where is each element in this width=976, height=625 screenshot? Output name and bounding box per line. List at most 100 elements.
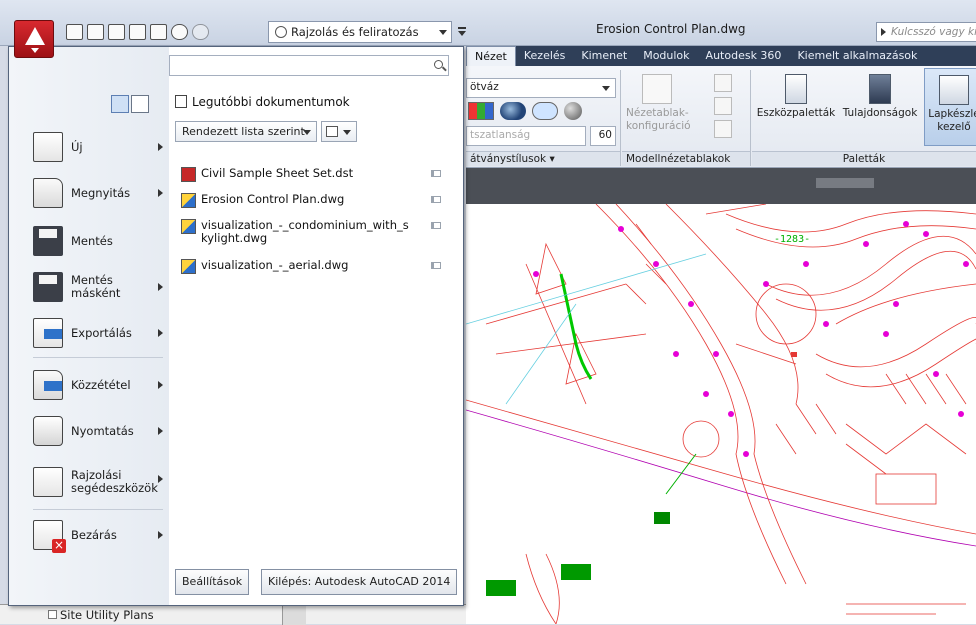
chevron-right-icon: [158, 143, 163, 151]
ribbon-divider: [750, 70, 751, 166]
sphere-icon[interactable]: [564, 102, 582, 120]
menu-separator: [33, 509, 163, 510]
recent-file[interactable]: Civil Sample Sheet Set.dst: [181, 167, 457, 189]
menu-save-as[interactable]: Mentés másként: [33, 267, 169, 307]
menu-search-input[interactable]: [169, 55, 449, 76]
menu-print[interactable]: Nyomtatás: [33, 411, 169, 451]
new-document-icon: [33, 132, 63, 162]
sheetset-manager-label: Lapkészle kezelő: [928, 108, 976, 133]
tab-manage[interactable]: Kezelés: [516, 46, 574, 66]
tab-featured-apps[interactable]: Kiemelt alkalmazások: [789, 46, 925, 66]
chevron-down-icon: [303, 130, 311, 135]
palette-item[interactable]: Site Utility Plans: [60, 608, 154, 622]
print-icon[interactable]: [150, 24, 167, 40]
options-button[interactable]: Beállítások: [175, 569, 250, 595]
dst-file-icon: [181, 167, 196, 182]
material-sphere-icon[interactable]: [500, 102, 526, 120]
color-swatch-icon[interactable]: [468, 102, 494, 120]
sheetset-manager-button[interactable]: Lapkészle kezelő: [924, 68, 976, 146]
recent-documents-icon[interactable]: [111, 95, 129, 113]
sort-label: Rendezett lista szerint: [182, 125, 305, 138]
join-viewports-icon[interactable]: [714, 97, 732, 115]
menu-separator: [33, 357, 163, 358]
qat-customize-button[interactable]: [456, 23, 468, 41]
help-search-input[interactable]: Kulcsszó vagy kif: [876, 22, 976, 42]
properties-button[interactable]: Tulajdonságok: [840, 74, 920, 120]
viewport-config-icon: [642, 74, 672, 104]
menu-close[interactable]: Bezárás: [33, 515, 169, 555]
application-menu-button[interactable]: [14, 20, 54, 58]
tool-palettes-button[interactable]: Eszközpaletták: [754, 74, 838, 120]
recent-file-name: Civil Sample Sheet Set.dst: [201, 166, 354, 180]
window-title: Erosion Control Plan.dwg: [596, 22, 746, 36]
menu-drawing-utilities[interactable]: Rajzolási segédeszközök: [33, 459, 169, 505]
close-document-icon: [33, 520, 66, 553]
panel-visual-styles-label: átványstílusok: [470, 153, 547, 165]
recent-documents-icon: [175, 95, 187, 108]
save-as-icon[interactable]: [129, 24, 146, 40]
ribbon-divider: [620, 70, 621, 166]
viewport-config-button[interactable]: Nézetablak-konfiguráció: [626, 74, 691, 133]
sort-dropdown[interactable]: Rendezett lista szerint: [175, 121, 317, 142]
visual-style-dropdown[interactable]: ötváz: [466, 78, 616, 98]
save-icon[interactable]: [108, 24, 125, 40]
tab-autodesk360[interactable]: Autodesk 360: [698, 46, 790, 66]
display-mode-dropdown[interactable]: [321, 121, 357, 142]
dwg-file-icon: [181, 259, 196, 274]
redo-icon[interactable]: [192, 24, 209, 40]
chevron-right-icon: [158, 329, 163, 337]
tool-palettes-icon: [785, 74, 807, 104]
menu-save[interactable]: Mentés: [33, 221, 169, 261]
recent-file[interactable]: visualization_-_aerial.dwg: [181, 259, 457, 281]
transparency-value[interactable]: 60: [590, 126, 616, 146]
icon-view-icon: [326, 126, 338, 137]
contour-label: -1283-: [774, 234, 810, 245]
tree-expander-icon[interactable]: [48, 610, 57, 619]
chevron-right-icon: [158, 475, 163, 483]
tab-addins[interactable]: Modulok: [635, 46, 697, 66]
panel-model-viewports[interactable]: Modellnézetablakok: [622, 151, 750, 166]
exit-button[interactable]: Kilépés: Autodesk AutoCAD 2014: [261, 569, 458, 595]
properties-icon: [869, 74, 891, 104]
menu-open[interactable]: Megnyitás: [33, 173, 169, 213]
menu-export[interactable]: Exportálás: [33, 313, 169, 353]
search-icon: [434, 60, 443, 69]
tab-view[interactable]: Nézet: [466, 46, 516, 66]
ribbon-tabs: Nézet Kezelés Kimenet Modulok Autodesk 3…: [466, 46, 976, 66]
menu-publish[interactable]: Közzététel: [33, 365, 169, 405]
menu-print-label: Nyomtatás: [71, 423, 134, 438]
pin-icon[interactable]: [431, 222, 441, 229]
menu-new[interactable]: Új: [33, 127, 169, 167]
drawing-canvas[interactable]: -1283-: [466, 204, 976, 624]
printer-icon: [33, 416, 63, 446]
panel-palettes[interactable]: Paletták: [752, 151, 976, 166]
panel-visual-styles[interactable]: átványstílusok ▾: [466, 151, 620, 166]
save-disk-icon: [33, 226, 63, 256]
new-icon[interactable]: [66, 24, 83, 40]
chevron-right-icon: [158, 381, 163, 389]
workspace-label: Rajzolás és feliratozás: [291, 25, 419, 39]
search-shade-icon[interactable]: [532, 102, 558, 120]
tool-palettes-label: Eszközpaletták: [756, 107, 836, 119]
workspace-selector[interactable]: Rajzolás és feliratozás: [268, 21, 452, 43]
open-documents-icon[interactable]: [131, 95, 149, 113]
recent-file-name: visualization_-_aerial.dwg: [201, 258, 349, 272]
visual-style-value: ötváz: [470, 81, 499, 93]
transparency-number: 60: [598, 129, 612, 141]
recent-file[interactable]: visualization_-_condominium_with_skyligh…: [181, 219, 457, 251]
publish-icon: [33, 370, 63, 400]
undo-icon[interactable]: [171, 24, 188, 40]
transparency-slider[interactable]: tszatlanság: [466, 126, 586, 146]
chevron-down-icon: [602, 86, 610, 91]
restore-viewports-icon[interactable]: [714, 120, 732, 138]
open-icon[interactable]: [87, 24, 104, 40]
named-viewports-icon[interactable]: [714, 74, 732, 92]
tab-output[interactable]: Kimenet: [573, 46, 635, 66]
viewport-config-label: Nézetablak-konfiguráció: [626, 107, 691, 132]
pin-icon[interactable]: [431, 262, 441, 269]
gear-icon: [275, 26, 287, 38]
palette-title-bar[interactable]: [282, 605, 306, 625]
pin-icon[interactable]: [431, 170, 441, 177]
recent-file[interactable]: Erosion Control Plan.dwg: [181, 193, 457, 215]
pin-icon[interactable]: [431, 196, 441, 203]
